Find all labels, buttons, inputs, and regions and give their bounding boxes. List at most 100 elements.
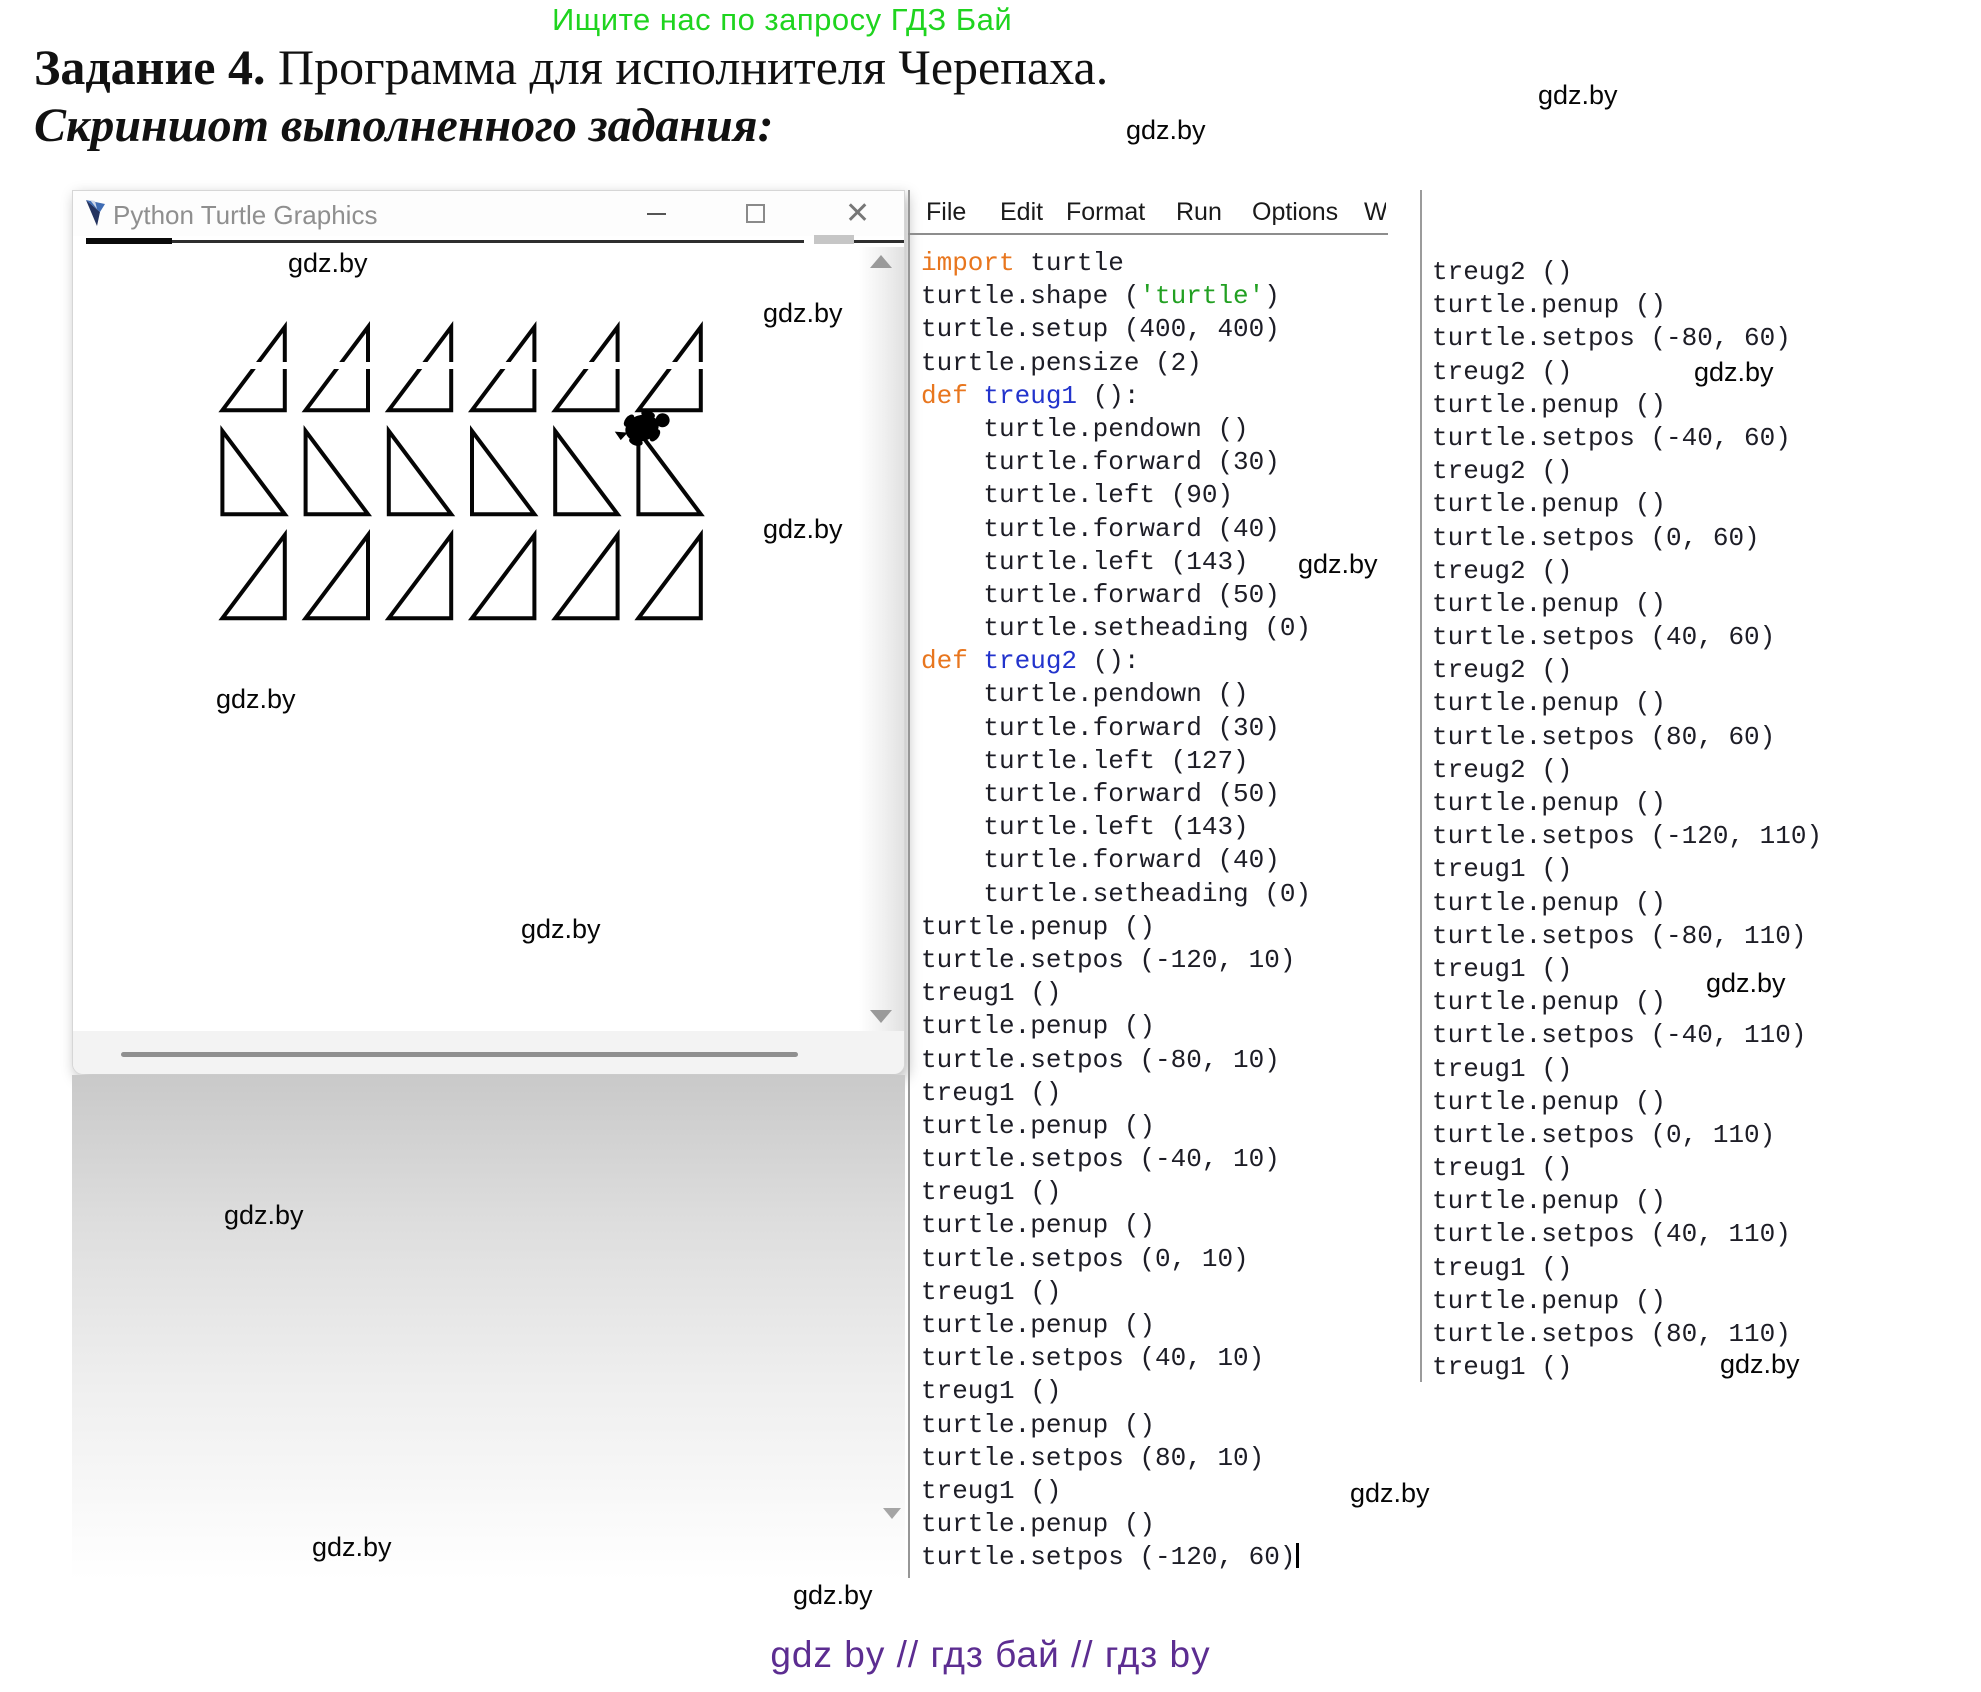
screenshot-stitch-seam <box>86 362 859 369</box>
gdz-watermark: gdz.by <box>1720 1349 1800 1380</box>
code-line: turtle.setpos (80, 110) <box>1432 1318 1822 1351</box>
code-line: turtle.penup () <box>1432 488 1822 521</box>
code-line: turtle.setpos (40, 10) <box>921 1342 1311 1375</box>
code-line: turtle.left (143) <box>921 811 1311 844</box>
task-heading: Задание 4. Программа для исполнителя Чер… <box>34 38 1108 96</box>
code-line: turtle.setpos (80, 60) <box>1432 721 1822 754</box>
promo-header: Ищите нас по запросу ГДЗ Бай <box>552 2 1012 38</box>
text-cursor <box>1296 1543 1299 1568</box>
code-line: turtle.setpos (-80, 110) <box>1432 920 1822 953</box>
code-line: turtle.penup () <box>921 1508 1311 1541</box>
code-line: treug1 () <box>921 977 1311 1010</box>
code-line: turtle.pendown () <box>921 413 1311 446</box>
code-line: treug1 () <box>921 1375 1311 1408</box>
code-line: turtle.penup () <box>921 911 1311 944</box>
code-line: treug2 () <box>1432 754 1822 787</box>
code-line: turtle.penup () <box>1432 289 1822 322</box>
code-line: turtle.setpos (0, 10) <box>921 1243 1311 1276</box>
menu-item-format[interactable]: Format <box>1066 198 1145 227</box>
code-line: turtle.setpos (-120, 10) <box>921 944 1311 977</box>
code-line: def treug2 (): <box>921 645 1311 678</box>
code-line: turtle.forward (50) <box>921 579 1311 612</box>
menu-item-options[interactable]: Options <box>1252 198 1338 227</box>
top-scrollbar-thumb[interactable] <box>86 238 172 244</box>
code-line: turtle.setpos (-40, 110) <box>1432 1019 1822 1052</box>
menu-item-run[interactable]: Run <box>1176 198 1222 227</box>
task-title: Программа для исполнителя Черепаха. <box>266 39 1109 95</box>
code-line: treug1 () <box>921 1276 1311 1309</box>
code-line: treug1 () <box>921 1475 1311 1508</box>
code-editor-left-column[interactable]: import turtleturtle.shape ('turtle')turt… <box>921 247 1311 1575</box>
menu-item-window[interactable]: W <box>1364 198 1386 227</box>
task-number: Задание 4. <box>34 39 266 95</box>
gdz-watermark: gdz.by <box>763 514 843 545</box>
code-line: turtle.forward (40) <box>921 844 1311 877</box>
triangle-treug2 <box>472 431 534 514</box>
code-line: turtle.penup () <box>1432 787 1822 820</box>
menu-item-edit[interactable]: Edit <box>1000 198 1043 227</box>
code-line: def treug1 (): <box>921 380 1311 413</box>
code-line: turtle.forward (40) <box>921 513 1311 546</box>
gdz-watermark: gdz.by <box>312 1532 392 1563</box>
code-line: turtle.penup () <box>1432 1185 1822 1218</box>
triangle-treug1 <box>222 535 284 618</box>
close-button[interactable]: ✕ <box>835 191 881 236</box>
menu-item-file[interactable]: File <box>926 198 966 227</box>
triangle-treug1 <box>472 535 534 618</box>
gdz-watermark: gdz.by <box>224 1200 304 1231</box>
scroll-down-icon[interactable] <box>870 1010 892 1023</box>
code-line: turtle.penup () <box>921 1209 1311 1242</box>
code-line: treug1 () <box>1432 1053 1822 1086</box>
code-line: treug1 () <box>921 1077 1311 1110</box>
code-line: turtle.setpos (-80, 10) <box>921 1044 1311 1077</box>
code-line: turtle.left (143) <box>921 546 1311 579</box>
code-line: turtle.penup () <box>921 1010 1311 1043</box>
code-line: turtle.pendown () <box>921 678 1311 711</box>
turtle-window-bottom-bar <box>73 1031 904 1074</box>
code-line: treug2 () <box>1432 455 1822 488</box>
gdz-watermark: gdz.by <box>1350 1478 1430 1509</box>
code-line: turtle.penup () <box>1432 687 1822 720</box>
triangle-treug2 <box>555 431 617 514</box>
triangle-treug2 <box>389 431 451 514</box>
gdz-watermark: gdz.by <box>793 1580 873 1611</box>
maximize-icon <box>746 204 765 223</box>
minimize-button[interactable] <box>633 191 679 236</box>
maximize-button[interactable] <box>733 191 779 236</box>
code-line: turtle.setpos (-120, 60) <box>921 1541 1311 1574</box>
code-line: turtle.setpos (0, 60) <box>1432 522 1822 555</box>
horizontal-scrollbar[interactable] <box>121 1052 798 1057</box>
gdz-watermark: gdz.by <box>288 248 368 279</box>
gdz-watermark: gdz.by <box>1126 115 1206 146</box>
code-line: turtle.shape ('turtle') <box>921 280 1311 313</box>
gdz-watermark: gdz.by <box>1694 357 1774 388</box>
code-line: turtle.left (127) <box>921 745 1311 778</box>
code-line: treug2 () <box>1432 654 1822 687</box>
scroll-up-icon[interactable] <box>870 255 892 268</box>
top-scrollbar-track[interactable] <box>86 240 904 243</box>
gdz-watermark: gdz.by <box>1298 549 1378 580</box>
turtle-window-titlebar[interactable]: Python Turtle Graphics ✕ <box>73 191 904 236</box>
code-line: turtle.penup () <box>1432 588 1822 621</box>
triangle-treug1 <box>555 535 617 618</box>
code-line: treug1 () <box>1432 1152 1822 1185</box>
code-column-divider <box>1420 190 1422 1382</box>
code-line: treug1 () <box>921 1176 1311 1209</box>
idle-menubar: File Edit Format Run Options W <box>908 196 1386 232</box>
triangle-treug2 <box>306 431 368 514</box>
code-line: turtle.penup () <box>921 1110 1311 1143</box>
code-line: turtle.left (90) <box>921 479 1311 512</box>
code-line: turtle.penup () <box>921 1309 1311 1342</box>
footer-sitename: gdz by // гдз бай // гдз by <box>0 1634 1981 1676</box>
gdz-watermark: gdz.by <box>1706 968 1786 999</box>
code-editor-right-column[interactable]: treug2 ()turtle.penup ()turtle.setpos (-… <box>1432 256 1822 1384</box>
gdz-watermark: gdz.by <box>216 684 296 715</box>
code-line: turtle.pensize (2) <box>921 347 1311 380</box>
vertical-scrollbar[interactable] <box>859 247 904 1031</box>
code-line: treug2 () <box>1432 256 1822 289</box>
top-scrollbar-thumb-right[interactable] <box>814 235 854 244</box>
code-line: turtle.penup () <box>1432 1086 1822 1119</box>
idle-app-icon <box>84 199 108 227</box>
code-line: turtle.setheading (0) <box>921 878 1311 911</box>
turtle-canvas <box>86 247 859 1031</box>
